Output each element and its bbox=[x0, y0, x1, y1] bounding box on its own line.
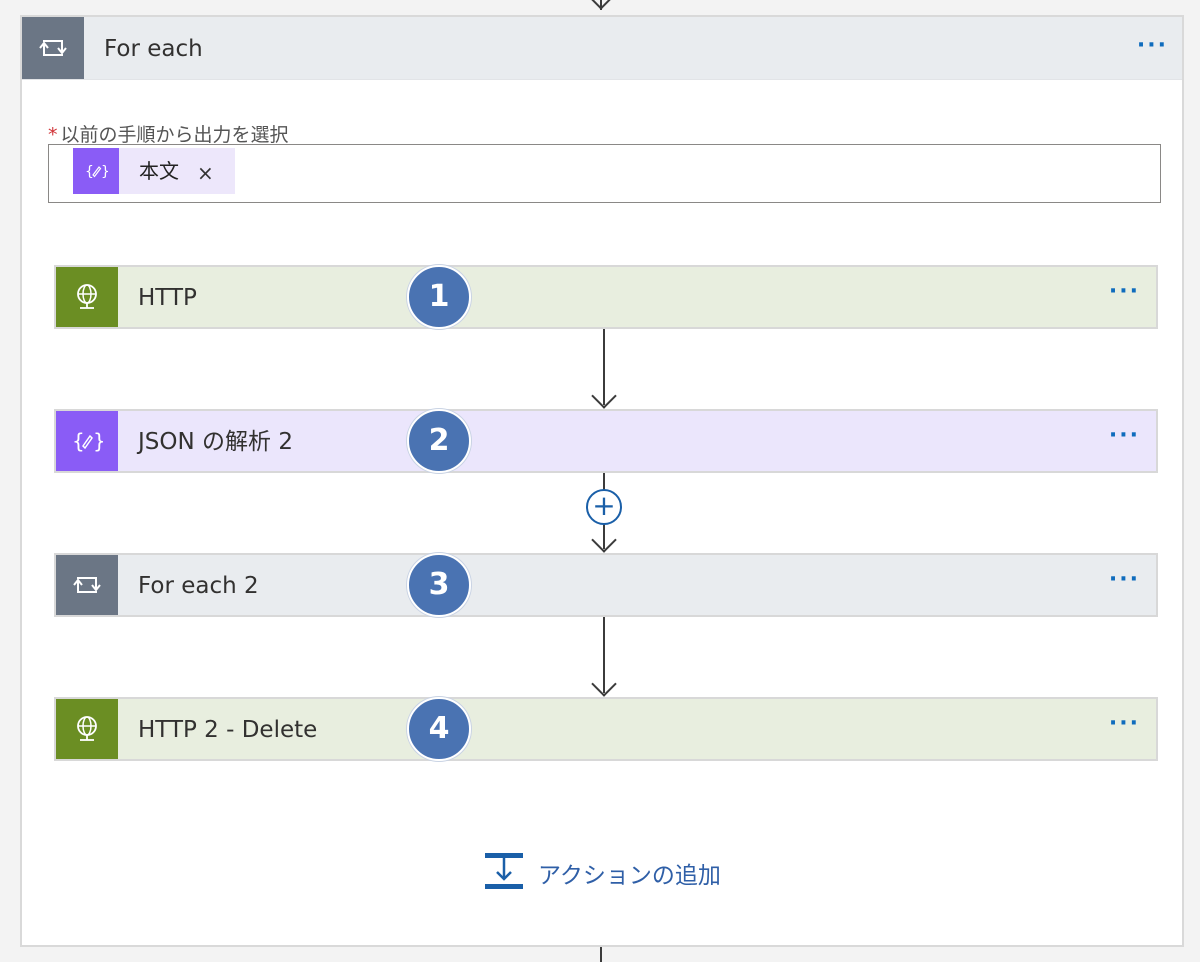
connector-arrowhead bbox=[591, 383, 617, 409]
action-more-button[interactable]: ··· bbox=[1109, 567, 1140, 592]
output-select-label: * 以前の手順から出力を選択 bbox=[48, 120, 289, 147]
action-title: HTTP 2 - Delete bbox=[138, 717, 318, 743]
action-title: For each 2 bbox=[138, 573, 259, 599]
add-action-icon bbox=[484, 851, 524, 895]
action-more-button[interactable]: ··· bbox=[1109, 423, 1140, 448]
remove-token-button[interactable]: × bbox=[197, 150, 214, 196]
for-each-container: For each ··· *以前の手順から出力を選択 { } 本文 × bbox=[20, 15, 1184, 947]
output-select-field[interactable]: { } 本文 × bbox=[48, 144, 1161, 203]
action-card-http-2-delete[interactable]: HTTP 2 - Delete ··· bbox=[54, 697, 1158, 761]
add-action-button[interactable]: アクションの追加 bbox=[484, 851, 721, 895]
globe-icon bbox=[56, 267, 118, 327]
action-card-http[interactable]: HTTP ··· bbox=[54, 265, 1158, 329]
output-select-label-text: 以前の手順から出力を選択 bbox=[60, 124, 289, 146]
action-card-for-each-2[interactable]: For each 2 ··· bbox=[54, 553, 1158, 617]
top-arrowhead bbox=[588, 0, 614, 10]
connector-arrowhead bbox=[591, 527, 617, 553]
connector-arrowhead bbox=[591, 671, 617, 697]
action-more-button[interactable]: ··· bbox=[1109, 711, 1140, 736]
step-badge-2: 2 bbox=[407, 409, 471, 473]
action-card-json-parse[interactable]: { } JSON の解析 2 ··· bbox=[54, 409, 1158, 473]
body-token[interactable]: { } 本文 × bbox=[73, 148, 235, 194]
step-badge-1: 1 bbox=[407, 265, 471, 329]
insert-step-button[interactable]: + bbox=[586, 489, 622, 525]
add-action-label: アクションの追加 bbox=[538, 863, 721, 889]
bottom-connector-line bbox=[600, 947, 602, 962]
action-title: HTTP bbox=[138, 285, 197, 311]
svg-text:{: { bbox=[85, 164, 94, 180]
step-badge-4: 4 bbox=[407, 697, 471, 761]
body-token-label: 本文 bbox=[139, 159, 179, 183]
globe-icon bbox=[56, 699, 118, 759]
for-each-title: For each bbox=[104, 36, 203, 62]
step-badge-3: 3 bbox=[407, 553, 471, 617]
action-title: JSON の解析 2 bbox=[138, 429, 293, 455]
svg-text:}: } bbox=[101, 164, 108, 180]
required-mark: * bbox=[48, 124, 58, 146]
svg-text:}: } bbox=[93, 429, 103, 453]
svg-text:{: { bbox=[72, 429, 85, 453]
loop-icon bbox=[22, 17, 84, 79]
for-each-more-button[interactable]: ··· bbox=[1137, 33, 1168, 58]
action-more-button[interactable]: ··· bbox=[1109, 279, 1140, 304]
loop-icon bbox=[56, 555, 118, 615]
data-operation-icon: { } bbox=[73, 148, 119, 194]
for-each-header[interactable]: For each ··· bbox=[22, 17, 1182, 80]
data-operation-icon: { } bbox=[56, 411, 118, 471]
